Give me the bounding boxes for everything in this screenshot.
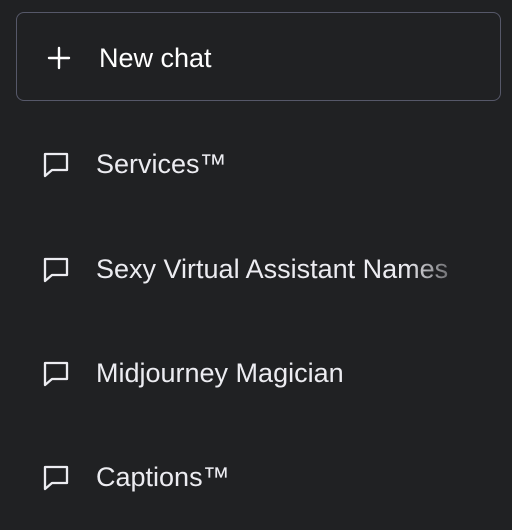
chat-bubble-icon (43, 361, 69, 387)
conversation-item[interactable]: Captions™ (0, 443, 512, 513)
chat-bubble-icon (43, 465, 69, 491)
conversation-title: Captions™ (96, 462, 230, 492)
new-chat-button[interactable]: New chat (16, 12, 501, 101)
chat-bubble-icon (43, 152, 69, 178)
conversation-item[interactable]: Midjourney Magician (0, 339, 512, 409)
conversation-item[interactable]: Services™ (0, 130, 512, 200)
conversation-title: Sexy Virtual Assistant Names (96, 254, 449, 284)
conversation-title: Midjourney Magician (96, 358, 344, 388)
new-chat-label: New chat (99, 43, 212, 73)
conversation-title: Services™ (96, 149, 227, 179)
plus-icon (47, 46, 71, 70)
chat-bubble-icon (43, 257, 69, 283)
conversation-item[interactable]: Sexy Virtual Assistant Names (0, 235, 512, 305)
